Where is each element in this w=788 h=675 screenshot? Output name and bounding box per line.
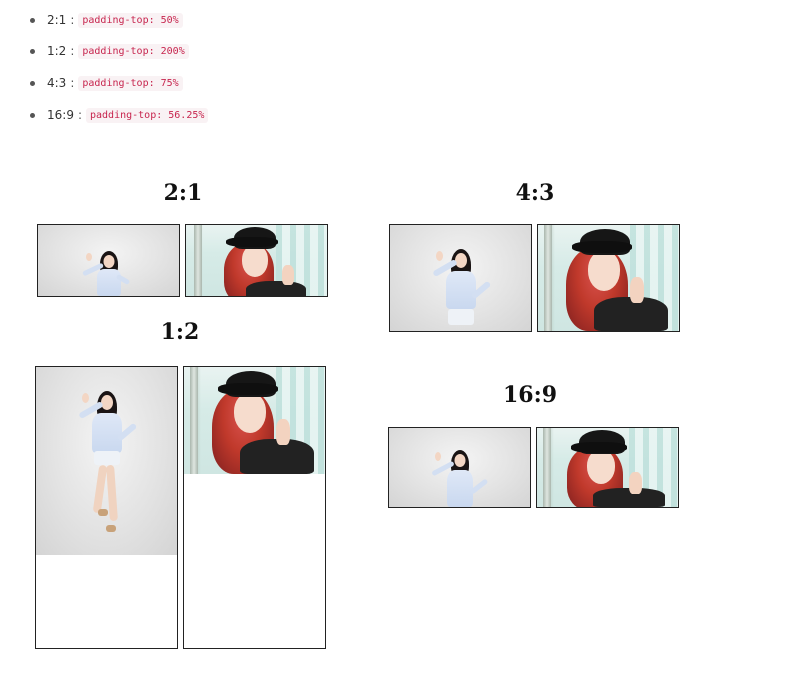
photo-body [594, 297, 668, 331]
photo-cap-brim [571, 442, 627, 453]
photo-hand [82, 393, 89, 403]
ratio-label: 16:9 [47, 108, 74, 122]
image-frame-cap-4-3 [537, 224, 680, 332]
photo-face [454, 454, 465, 467]
studio-photo [38, 225, 179, 296]
cap-photo [186, 225, 327, 296]
image-frame-cap-1-2 [183, 366, 326, 649]
photo-face [100, 395, 113, 410]
photo-face [454, 253, 467, 268]
photo-leg [92, 464, 108, 514]
image-frame-studio-4-3 [389, 224, 532, 332]
photo-shorts [447, 309, 474, 325]
photo-hand [629, 472, 642, 494]
photo-hand [276, 419, 290, 445]
ratio-label: 4:3 [47, 76, 67, 90]
bullet-icon [30, 48, 35, 54]
ratio-code: padding-top: 50% [78, 12, 183, 28]
ratio-code: padding-top: 75% [78, 75, 183, 91]
ratio-separator: : [70, 76, 75, 90]
photo-hand [86, 253, 92, 261]
cap-photo [538, 225, 679, 331]
bullet-icon [30, 112, 35, 118]
demo-title-4-3: 4:3 [515, 180, 555, 206]
ratio-label: 1:2 [47, 44, 67, 58]
photo-cap-brim [226, 237, 278, 247]
list-item: 4:3 : padding-top: 75% [30, 73, 183, 93]
photo-pillar [194, 225, 202, 296]
photo-shirt [446, 470, 473, 507]
photo-body [240, 439, 314, 474]
photo-face [103, 255, 114, 268]
photo-cap-brim [572, 241, 632, 253]
ratio-code: padding-top: 56.25% [86, 107, 209, 123]
studio-photo [36, 367, 177, 555]
bullet-icon [30, 80, 35, 86]
photo-pillar [190, 367, 198, 474]
photo-hand [436, 251, 443, 261]
photo-shoe [98, 509, 108, 516]
photo-hand [630, 277, 644, 303]
photo-cap-brim [218, 383, 278, 395]
image-frame-cap-2-1 [185, 224, 328, 297]
cap-photo [537, 428, 678, 507]
ratio-separator: : [77, 108, 82, 122]
ratio-label: 2:1 [47, 13, 67, 27]
photo-shirt [91, 413, 122, 453]
photo-shirt [96, 269, 121, 296]
ratio-separator: : [70, 44, 75, 58]
photo-shorts [93, 451, 120, 465]
photo-face [588, 251, 620, 291]
studio-photo [389, 428, 530, 507]
photo-shoe [106, 525, 116, 532]
bullet-icon [30, 17, 35, 23]
list-item: 2:1 : padding-top: 50% [30, 10, 183, 30]
image-frame-studio-16-9 [388, 427, 531, 508]
photo-face [234, 393, 266, 433]
ratio-separator: : [70, 13, 75, 27]
demo-title-16-9: 16:9 [502, 382, 558, 408]
photo-face [587, 450, 615, 484]
image-frame-studio-1-2 [35, 366, 178, 649]
image-frame-cap-16-9 [536, 427, 679, 508]
cap-photo [184, 367, 325, 474]
photo-hand [435, 452, 441, 461]
ratio-code: padding-top: 200% [78, 43, 189, 59]
demo-title-1-2: 1:2 [160, 319, 200, 345]
photo-pillar [544, 225, 552, 331]
photo-pillar [543, 428, 551, 507]
photo-shirt [445, 271, 476, 309]
photo-face [242, 245, 268, 277]
demo-title-2-1: 2:1 [163, 180, 203, 206]
photo-hand [282, 265, 294, 285]
list-item: 1:2 : padding-top: 200% [30, 41, 189, 61]
studio-photo [390, 225, 531, 331]
list-item: 16:9 : padding-top: 56.25% [30, 105, 209, 125]
photo-body [246, 281, 306, 296]
image-frame-studio-2-1 [37, 224, 180, 297]
